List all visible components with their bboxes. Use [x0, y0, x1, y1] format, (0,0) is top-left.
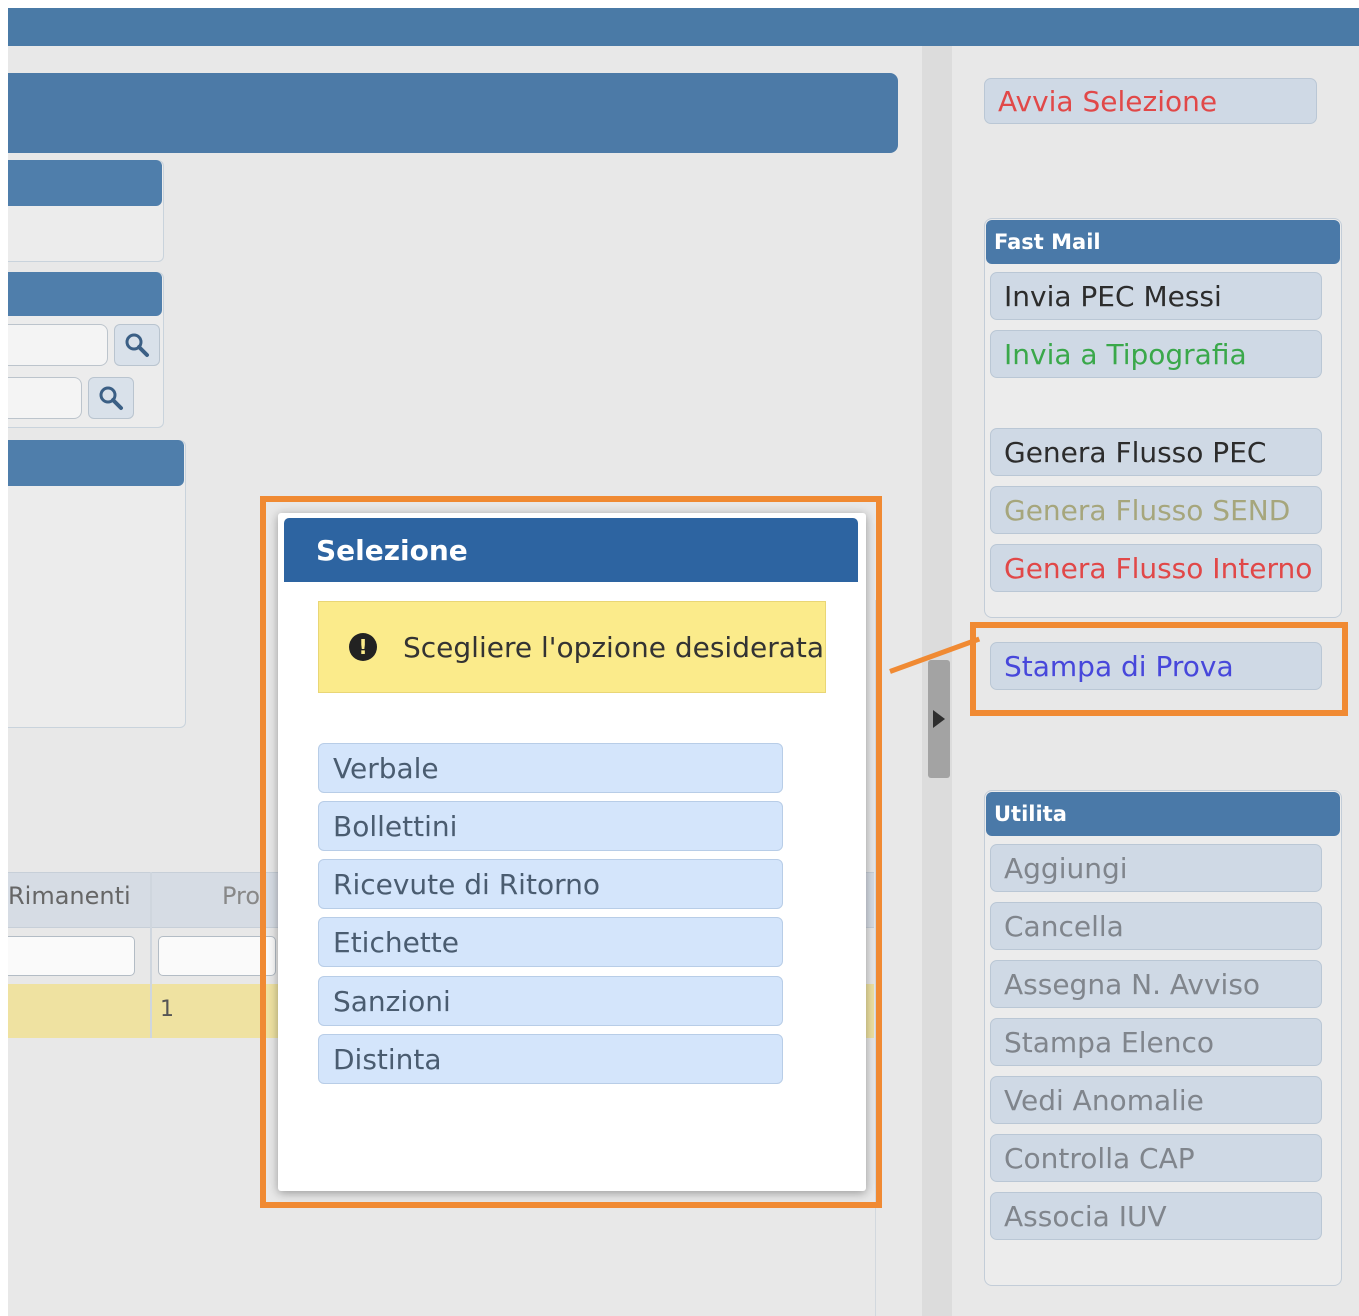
search-icon	[125, 333, 149, 357]
cancella-button[interactable]: Cancella	[990, 902, 1322, 950]
genera-flusso-send-button[interactable]: Genera Flusso SEND	[990, 486, 1322, 534]
grid-cell: 1	[160, 997, 174, 1022]
utilita-header: Utilita	[986, 792, 1340, 836]
lookup-search-button-1[interactable]	[114, 324, 160, 366]
aggiungi-button[interactable]: Aggiungi	[990, 844, 1322, 892]
grid-filter-input-rimanenti[interactable]	[8, 936, 135, 976]
stampa-elenco-button[interactable]: Stampa Elenco	[990, 1018, 1322, 1066]
invia-pec-messi-button[interactable]: Invia PEC Messi	[990, 272, 1322, 320]
splitter-toggle[interactable]	[928, 660, 950, 778]
lookup-input-2[interactable]	[8, 377, 82, 419]
genera-flusso-pec-button[interactable]: Genera Flusso PEC	[990, 428, 1322, 476]
highlight-frame-dialog	[260, 496, 882, 1208]
assegna-n-avviso-button[interactable]: Assegna N. Avviso	[990, 960, 1322, 1008]
grid-column-pro[interactable]: Pro	[222, 882, 260, 910]
highlight-frame-stampa-di-prova	[970, 622, 1348, 716]
filter-panel-2-header	[8, 272, 162, 316]
lookup-input-1[interactable]	[8, 324, 108, 366]
fast-mail-header: Fast Mail	[986, 220, 1340, 264]
avvia-selezione-button[interactable]: Avvia Selezione	[984, 78, 1317, 124]
top-bar	[8, 8, 1359, 46]
genera-flusso-interno-button[interactable]: Genera Flusso Interno	[990, 544, 1322, 592]
grid-filter-input-pro[interactable]	[158, 936, 276, 976]
lookup-search-button-2[interactable]	[88, 377, 134, 419]
associa-iuv-button[interactable]: Associa IUV	[990, 1192, 1322, 1240]
filter-panel-1-header	[8, 160, 162, 206]
grid-column-divider	[150, 872, 152, 1038]
invia-a-tipografia-button[interactable]: Invia a Tipografia	[990, 330, 1322, 378]
caret-right-icon	[933, 710, 945, 728]
search-icon	[99, 386, 123, 410]
grid-column-rimanenti[interactable]: Rimanenti	[8, 882, 131, 910]
vedi-anomalie-button[interactable]: Vedi Anomalie	[990, 1076, 1322, 1124]
filter-panel-3-header	[8, 440, 184, 486]
main-panel-header	[8, 73, 898, 153]
controlla-cap-button[interactable]: Controlla CAP	[990, 1134, 1322, 1182]
